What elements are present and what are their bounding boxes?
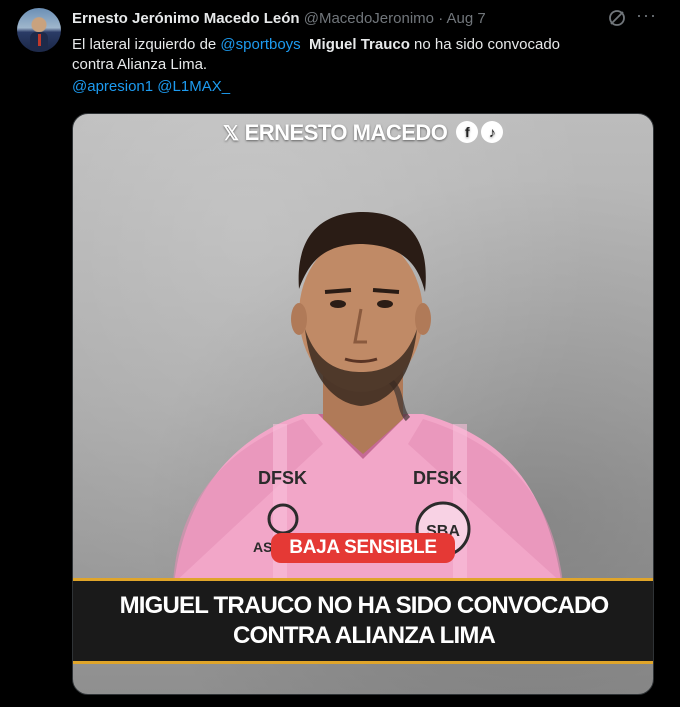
grok-icon[interactable] [607,8,627,28]
avatar[interactable] [17,8,61,52]
status-badge: BAJA SENSIBLE [271,533,455,563]
display-name[interactable]: Ernesto Jerónimo Macedo León [72,10,300,27]
tweet-text: El lateral izquierdo de @sportboys Migue… [72,35,662,97]
watermark-brand: 𝕏 ERNESTO MACEDO f ♪ [73,120,653,146]
text-part-1: El lateral izquierdo de [72,36,221,53]
avatar-tie [38,34,41,46]
tiktok-icon: ♪ [481,121,504,143]
player-name: Miguel Trauco [309,36,410,53]
shirt-sponsor-left: DFSK [258,468,307,488]
facebook-icon: f [456,121,479,143]
banner-line-2: CONTRA ALIANZA LIMA [232,622,496,649]
mention-sportboys[interactable]: @sportboys [220,36,300,53]
tweet-media-image[interactable]: DFSK DFSK SBA AST 𝕏 ERNESTO MACEDO f ♪ BAJ… [72,113,654,695]
tweet-text-line-1: El lateral izquierdo de @sportboys Migue… [72,35,662,55]
banner-line-1: MIGUEL TRAUCO NO HA SIDO CONVOCADO [119,592,610,619]
badge-container: BAJA SENSIBLE [73,533,653,563]
tweet-date[interactable]: Aug 7 [447,10,486,27]
headline-banner: MIGUEL TRAUCO NO HA SIDO CONVOCADO CONTR… [73,578,653,664]
x-icon: 𝕏 [222,123,239,145]
user-handle[interactable]: @MacedoJeronimo [304,10,434,27]
tweet-text-line-2: contra Alianza Lima. [72,56,208,73]
tweet-header: Ernesto Jerónimo Macedo León @MacedoJero… [72,10,486,28]
separator-dot: · [438,10,444,27]
mention-apresion1[interactable]: @apresion1 [72,78,153,95]
tweet: Ernesto Jerónimo Macedo León @MacedoJero… [0,0,680,707]
text-part-2: no ha sido convocado [409,36,561,53]
brand-name: ERNESTO MACEDO [244,120,448,145]
shirt-sponsor-right: DFSK [413,468,462,488]
mention-l1max[interactable]: @L1MAX_ [157,78,230,95]
more-icon[interactable]: ··· [636,6,660,28]
tweet-text-line-3: @apresion1 @L1MAX_ [72,77,662,97]
